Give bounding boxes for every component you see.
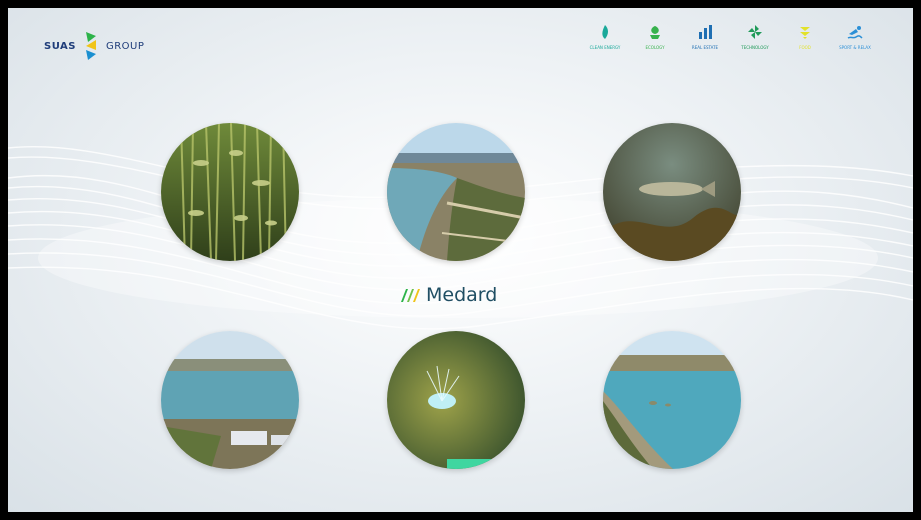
nav-technology[interactable]: TECHNOLOGY (737, 24, 773, 50)
medard-brand-name: Medard (426, 284, 498, 306)
bar-chart-icon (699, 25, 712, 39)
nav-label-ecology: ECOLOGY (645, 45, 665, 50)
tile-underwater-pike[interactable] (603, 123, 741, 261)
nav-food[interactable]: FOOD (787, 24, 823, 50)
tile-aerial-lake-peninsula[interactable] (603, 331, 741, 469)
nav-label-clean-energy: CLEAN ENERGY (589, 45, 621, 50)
flame-icon (602, 25, 608, 39)
medard-logo-icon (401, 289, 420, 302)
logo-text-right: GROUP (105, 40, 145, 52)
medard-brand[interactable]: Medard (400, 284, 497, 306)
nav-label-real-estate: REAL ESTATE (691, 45, 719, 50)
app-screen: SUAS GROUP CLEAN ENERGY ECOLOGY REAL EST… (8, 8, 913, 512)
underwater-pike-fish-photo (603, 123, 741, 261)
nav-sport-relax[interactable]: SPORT & RELAX (837, 24, 873, 50)
nav-label-technology: TECHNOLOGY (741, 45, 769, 50)
leaf-icon (650, 26, 660, 39)
nav-clean-energy[interactable]: CLEAN ENERGY (587, 24, 623, 50)
tile-underwater-spring[interactable] (387, 331, 525, 469)
tile-underwater-reeds[interactable] (161, 123, 299, 261)
aerial-lake-shore-photo (387, 123, 525, 261)
tile-aerial-lake-shore[interactable] (387, 123, 525, 261)
logo-text-left: SUAS (44, 40, 76, 52)
nav-label-sport-relax: SPORT & RELAX (839, 45, 871, 50)
wheat-icon (800, 27, 810, 39)
underwater-reeds-fish-photo (161, 123, 299, 261)
underwater-spring-photo (387, 331, 525, 469)
nav-real-estate[interactable]: REAL ESTATE (687, 24, 723, 50)
pinwheel-icon (748, 25, 762, 39)
aerial-lake-industrial-photo (161, 331, 299, 469)
division-nav: CLEAN ENERGY ECOLOGY REAL ESTATE TECHNOL… (587, 24, 873, 50)
suas-logo-icon (85, 32, 96, 60)
suas-group-logo[interactable]: SUAS GROUP (44, 30, 144, 62)
nav-label-food: FOOD (799, 45, 811, 50)
nav-ecology[interactable]: ECOLOGY (637, 24, 673, 50)
tile-aerial-lake-industrial[interactable] (161, 331, 299, 469)
swimmer-icon (847, 26, 863, 39)
aerial-lake-peninsula-photo (603, 331, 741, 469)
